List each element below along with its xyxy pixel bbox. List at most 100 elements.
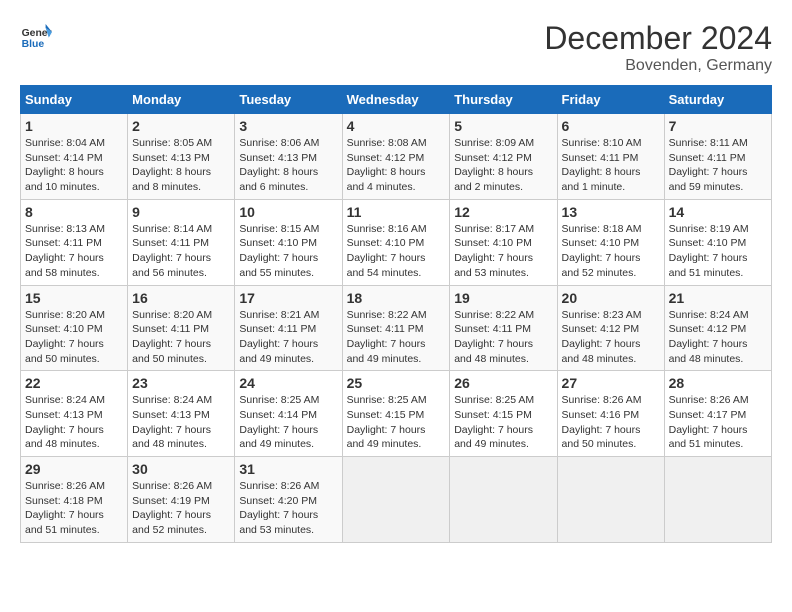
day-number: 19 [454,290,552,306]
sunset-text: Sunset: 4:18 PM [25,495,103,507]
sunrise-text: Sunrise: 8:24 AM [25,394,105,406]
sunset-text: Sunset: 4:11 PM [239,323,316,335]
calendar-cell: 17Sunrise: 8:21 AMSunset: 4:11 PMDayligh… [235,285,342,371]
calendar-cell: 21Sunrise: 8:24 AMSunset: 4:12 PMDayligh… [664,285,771,371]
location-title: Bovenden, Germany [544,57,772,75]
calendar-cell [450,457,557,543]
sunset-text: Sunset: 4:20 PM [239,495,317,507]
daylight-text: Daylight: 8 hours and 8 minutes. [132,166,211,193]
calendar-cell [664,457,771,543]
daylight-text: Daylight: 8 hours and 4 minutes. [347,166,426,193]
day-number: 4 [347,118,446,134]
day-number: 13 [562,204,660,220]
daylight-text: Daylight: 7 hours and 48 minutes. [562,338,641,365]
sunset-text: Sunset: 4:13 PM [132,409,210,421]
sunset-text: Sunset: 4:13 PM [132,152,210,164]
calendar-cell: 9 Sunrise: 8:14 AMSunset: 4:11 PMDaylight… [128,199,235,285]
calendar-cell: 3Sunrise: 8:06 AMSunset: 4:13 PMDaylight… [235,114,342,200]
sunrise-text: Sunrise: 8:14 AM [132,223,212,235]
cell-details: Sunrise: 8:10 AM Sunset: 4:11 PM Daylight:… [562,136,660,195]
sunset-text: Sunset: 4:13 PM [25,409,103,421]
sunrise-text: Sunrise: 8:13 AM [25,223,105,235]
cell-details: Sunrise: 8:11 AMSunset: 4:11 PMDaylight:… [669,136,767,195]
sunset-text: Sunset: 4:16 PM [562,409,640,421]
cell-details: Sunrise: 8:13 AMSunset: 4:11 PMDaylight:… [25,222,123,281]
cell-details: Sunrise: 8:15 AM Sunset: 4:10 PM Daylight:… [239,222,337,281]
daylight-text: Daylight: 7 hours and 51 minutes. [25,509,104,536]
calendar-cell: 7Sunrise: 8:11 AMSunset: 4:11 PMDaylight… [664,114,771,200]
calendar-cell: 28Sunrise: 8:26 AMSunset: 4:17 PMDayligh… [664,371,771,457]
sunrise-text: Sunrise: 8:26 AM [25,480,105,492]
daylight-text: Daylight: 7 hours and 49 minutes. [347,338,426,365]
sunset-text: Sunset: 4:11 PM [562,152,639,164]
sunrise-text: Sunrise: 8:06 AM [239,137,319,149]
daylight-text: Daylight: 7 hours and 48 minutes. [25,424,104,451]
daylight-text: Daylight: 8 hours and 6 minutes. [239,166,318,193]
cell-details: Sunrise: 8:26 AMSunset: 4:20 PMDaylight:… [239,479,337,538]
cell-details: Sunrise: 8:14 AMSunset: 4:11 PMDaylight:… [132,222,230,281]
calendar-cell: 10Sunrise: 8:15 AMSunset: 4:10 PMDayligh… [235,199,342,285]
cell-details: Sunrise: 8:24 AM Sunset: 4:13 PM Daylight:… [25,393,123,452]
cell-details: Sunrise: 8:25 AMSunset: 4:15 PMDaylight:… [454,393,552,452]
daylight-text: Daylight: 7 hours and 55 minutes. [239,252,318,279]
calendar-cell: 4 Sunrise: 8:08 AM Sunset: 4:12 PM Daylight… [342,114,450,200]
calendar-week-row: 8Sunrise: 8:13 AMSunset: 4:11 PMDaylight… [21,199,772,285]
day-number: 20 [562,290,660,306]
sunset-text: Sunset: 4:12 PM [347,152,425,164]
logo: General Blue [20,20,52,52]
sunrise-text: Sunrise: 8:08 AM [347,137,427,149]
day-number: 9 [132,204,230,220]
calendar-cell: 24Sunrise: 8:25 AMSunset: 4:14 PMDayligh… [235,371,342,457]
sunset-text: Sunset: 4:17 PM [669,409,747,421]
calendar-cell: 26 Sunrise: 8:25 AMSunset: 4:15 PMDayligh… [450,371,557,457]
sunrise-text: Sunrise: 8:25 AM [239,394,319,406]
calendar-cell: 31Sunrise: 8:26 AMSunset: 4:20 PMDayligh… [235,457,342,543]
cell-details: Sunrise: 8:09 AMSunset: 4:12 PMDaylight:… [454,136,552,195]
sunrise-text: Sunrise: 8:20 AM [132,309,212,321]
sunset-text: Sunset: 4:15 PM [454,409,532,421]
day-number: 23 [132,375,230,391]
daylight-text: Daylight: 7 hours and 51 minutes. [669,252,748,279]
cell-details: Sunrise: 8:22 AMSunset: 4:11 PMDaylight:… [347,308,446,367]
sunset-text: Sunset: 4:19 PM [132,495,210,507]
sunset-text: Sunset: 4:10 PM [562,237,640,249]
day-number: 5 [454,118,552,134]
sunrise-text: Sunrise: 8:22 AM [454,309,534,321]
daylight-text: Daylight: 7 hours and 48 minutes. [132,424,211,451]
day-number: 26 [454,375,552,391]
cell-details: Sunrise: 8:25 AMSunset: 4:15 PMDaylight:… [347,393,446,452]
sunrise-text: Sunrise: 8:10 AM [562,137,642,149]
sunrise-text: Sunrise: 8:24 AM [132,394,212,406]
day-number: 17 [239,290,337,306]
day-number: 16 [132,290,230,306]
daylight-text: Daylight: 7 hours and 53 minutes. [454,252,533,279]
sunset-text: Sunset: 4:11 PM [669,152,746,164]
sunset-text: Sunset: 4:13 PM [239,152,317,164]
svg-text:Blue: Blue [22,39,45,50]
sunset-text: Sunset: 4:10 PM [347,237,425,249]
sunset-text: Sunset: 4:12 PM [454,152,532,164]
sunrise-text: Sunrise: 8:15 AM [239,223,319,235]
sunrise-text: Sunrise: 8:23 AM [562,309,642,321]
header-friday: Friday [557,86,664,114]
calendar-cell: 29Sunrise: 8:26 AMSunset: 4:18 PMDayligh… [21,457,128,543]
day-number: 24 [239,375,337,391]
day-number: 12 [454,204,552,220]
calendar-cell: 14Sunrise: 8:19 AMSunset: 4:10 PMDayligh… [664,199,771,285]
sunrise-text: Sunrise: 8:25 AM [347,394,427,406]
daylight-text: Daylight: 7 hours and 49 minutes. [454,424,533,451]
calendar-cell [342,457,450,543]
sunrise-text: Sunrise: 8:04 AM [25,137,105,149]
sunset-text: Sunset: 4:10 PM [239,237,317,249]
cell-details: Sunrise: 8:16 AMSunset: 4:10 PMDaylight:… [347,222,446,281]
daylight-text: Daylight: 8 hours and 1 minute. [562,166,641,193]
day-number: 18 [347,290,446,306]
calendar-cell: 13Sunrise: 8:18 AMSunset: 4:10 PMDayligh… [557,199,664,285]
calendar-cell: 12Sunrise: 8:17 AMSunset: 4:10 PMDayligh… [450,199,557,285]
sunrise-text: Sunrise: 8:26 AM [562,394,642,406]
cell-details: Sunrise: 8:22 AMSunset: 4:11 PMDaylight:… [454,308,552,367]
cell-details: Sunrise: 8:20 AMSunset: 4:11 PMDaylight:… [132,308,230,367]
calendar-week-row: 1Sunrise: 8:04 AMSunset: 4:14 PMDaylight… [21,114,772,200]
daylight-text: Daylight: 7 hours and 51 minutes. [669,424,748,451]
sunset-text: Sunset: 4:10 PM [25,323,103,335]
